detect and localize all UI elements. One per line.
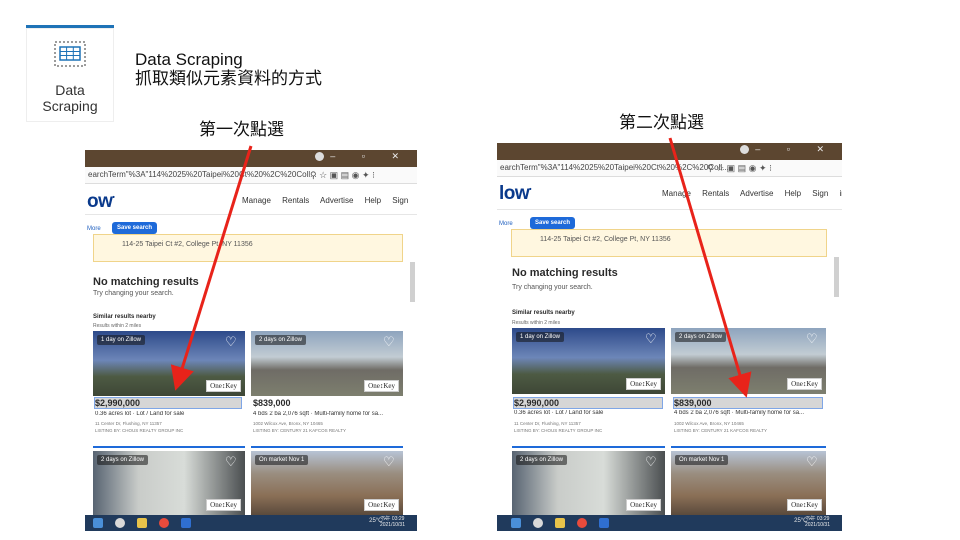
arrow-second-click bbox=[668, 137, 752, 398]
arrow-first-click bbox=[170, 145, 253, 391]
annotation-arrows bbox=[170, 137, 752, 398]
